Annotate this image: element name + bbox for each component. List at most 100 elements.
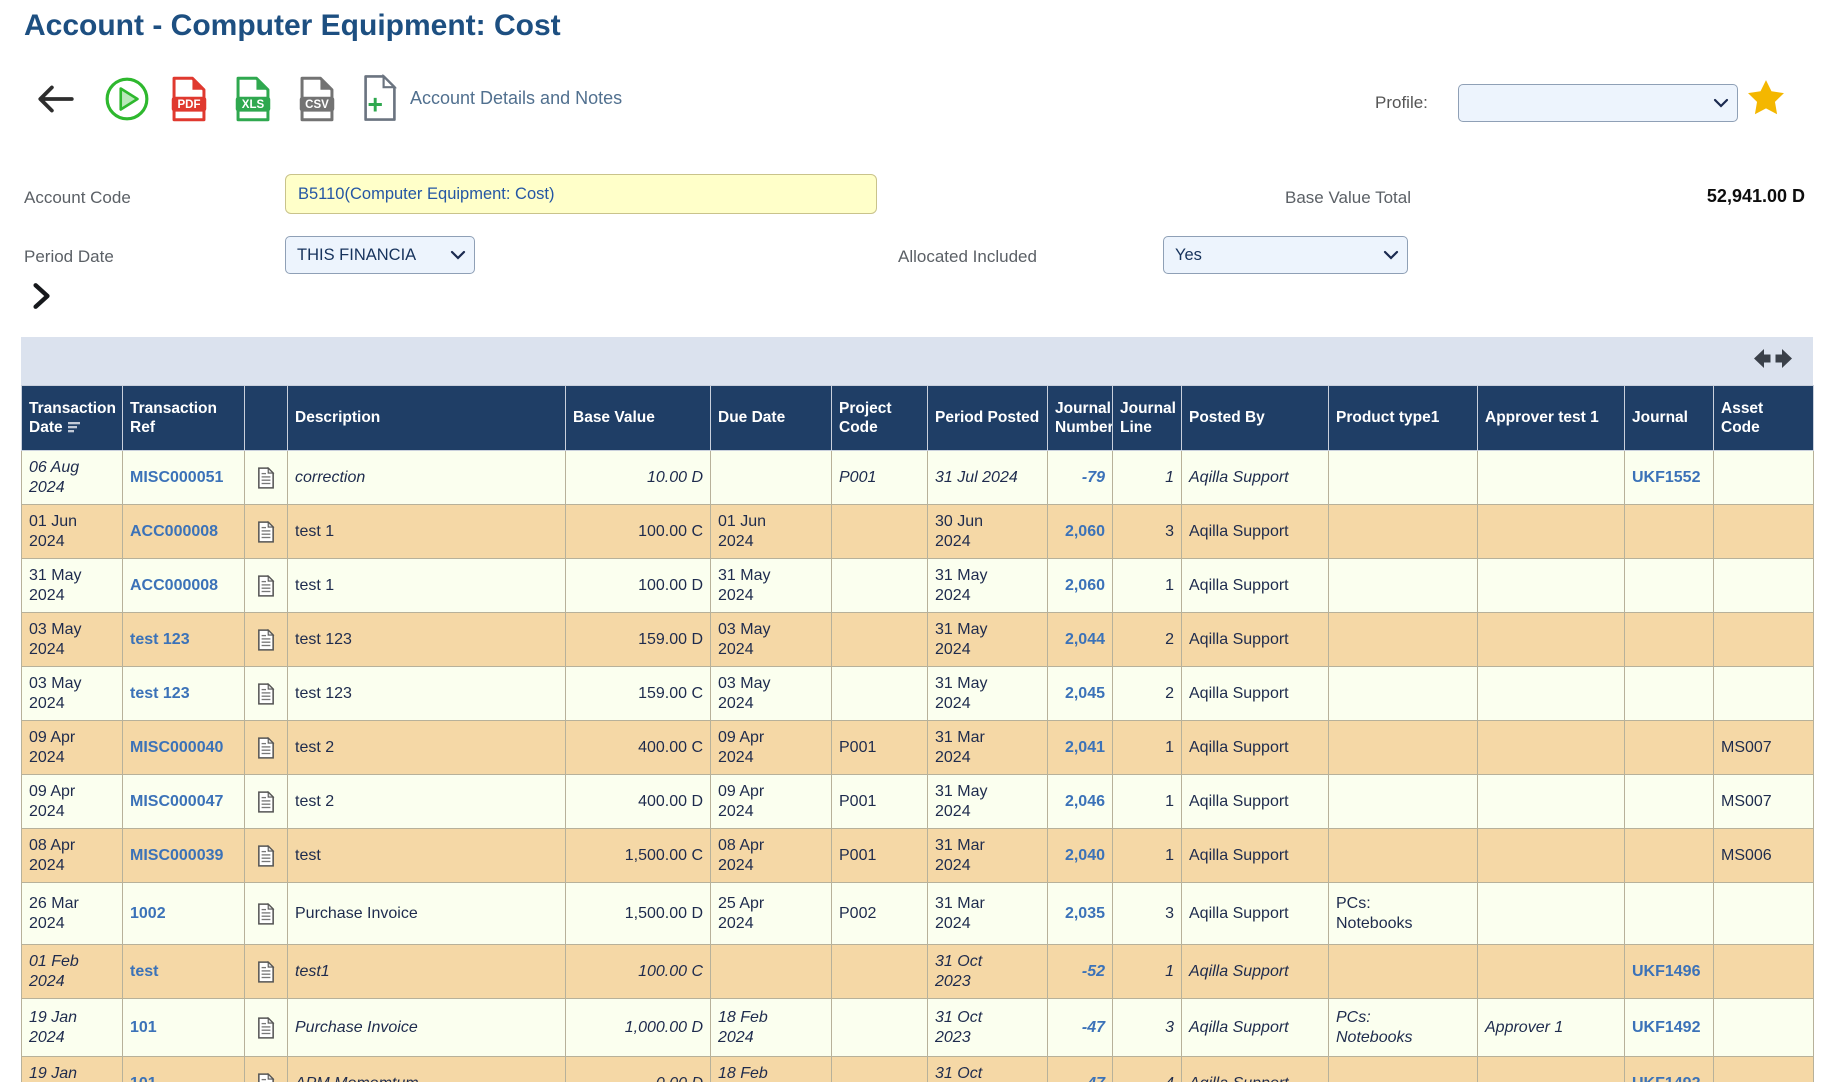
transaction-ref-link[interactable]: 1002 <box>130 905 166 922</box>
attachment-button[interactable] <box>252 961 280 983</box>
attachment-button[interactable] <box>252 1017 280 1039</box>
cell-journal-number: 2,060 <box>1048 559 1113 613</box>
xls-file-icon: XLS <box>234 76 272 122</box>
transaction-date-text: 03 May 2024 <box>29 675 81 712</box>
posted-by-text: Aqilla Support <box>1189 905 1289 922</box>
allocated-included-select[interactable]: Yes <box>1163 236 1408 274</box>
export-csv-button[interactable]: CSV <box>298 76 336 122</box>
column-header-journal-line[interactable]: Journal Line <box>1113 386 1182 451</box>
transaction-ref-link[interactable]: MISC000051 <box>130 469 223 486</box>
journal-number-link[interactable]: -52 <box>1082 963 1105 980</box>
journal-number-link[interactable]: 2,060 <box>1065 577 1105 594</box>
transaction-ref-link[interactable]: test <box>130 963 158 980</box>
pdf-file-icon: PDF <box>170 76 208 122</box>
journal-link[interactable]: UKF1552 <box>1632 469 1700 486</box>
journal-number-link[interactable]: -79 <box>1082 469 1105 486</box>
attachment-document-icon <box>257 845 275 867</box>
column-header-transaction-ref[interactable]: Transaction Ref <box>123 386 245 451</box>
cell-journal: UKF1492 <box>1625 1057 1714 1082</box>
profile-select[interactable] <box>1458 84 1738 122</box>
column-header-approver-test-1[interactable]: Approver test 1 <box>1478 386 1625 451</box>
cell-asset-code: MS007 <box>1714 721 1814 775</box>
journal-link[interactable]: UKF1492 <box>1632 1075 1700 1082</box>
column-header-project-code[interactable]: Project Code <box>832 386 928 451</box>
journal-number-link[interactable]: 2,035 <box>1065 905 1105 922</box>
due-date-text: 31 May 2024 <box>718 567 770 604</box>
journal-number-link[interactable]: 2,044 <box>1065 631 1105 648</box>
column-header-journal[interactable]: Journal <box>1625 386 1714 451</box>
period-date-select[interactable]: THIS FINANCIA <box>285 236 475 274</box>
journal-number-link[interactable]: -47 <box>1082 1019 1105 1036</box>
attachment-button[interactable] <box>252 521 280 543</box>
description-text: test 1 <box>295 523 334 540</box>
transaction-ref-link[interactable]: MISC000047 <box>130 793 223 810</box>
column-header-attachment[interactable] <box>245 386 288 451</box>
cell-description: test 123 <box>288 667 566 721</box>
favorite-button[interactable] <box>1747 79 1785 115</box>
column-header-period-posted[interactable]: Period Posted <box>928 386 1048 451</box>
attachment-button[interactable] <box>252 903 280 925</box>
cell-description: test 2 <box>288 775 566 829</box>
transaction-ref-link[interactable]: ACC000008 <box>130 523 218 540</box>
journal-number-link[interactable]: 2,040 <box>1065 847 1105 864</box>
cell-product-type1 <box>1329 505 1478 559</box>
journal-number-link[interactable]: 2,041 <box>1065 739 1105 756</box>
attachment-button[interactable] <box>252 1073 280 1082</box>
transaction-ref-link[interactable]: MISC000039 <box>130 847 223 864</box>
posted-by-text: Aqilla Support <box>1189 1075 1289 1082</box>
posted-by-text: Aqilla Support <box>1189 847 1289 864</box>
attachment-button[interactable] <box>252 683 280 705</box>
cell-transaction-ref: MISC000039 <box>123 829 245 883</box>
transactions-table: Transaction DateTransaction Ref Descripti… <box>21 385 1814 1082</box>
attachment-button[interactable] <box>252 575 280 597</box>
journal-link[interactable]: UKF1496 <box>1632 963 1700 980</box>
attachment-button[interactable] <box>252 467 280 489</box>
attachment-button[interactable] <box>252 629 280 651</box>
transaction-ref-link[interactable]: test 123 <box>130 685 190 702</box>
cell-journal-line: 2 <box>1113 613 1182 667</box>
journal-number-link[interactable]: 2,060 <box>1065 523 1105 540</box>
attachment-document-icon <box>257 467 275 489</box>
column-header-posted-by[interactable]: Posted By <box>1182 386 1329 451</box>
cell-description: APM Momemtum <box>288 1057 566 1082</box>
transaction-ref-link[interactable]: 101 <box>130 1019 157 1036</box>
column-header-description[interactable]: Description <box>288 386 566 451</box>
run-play-icon <box>104 76 150 122</box>
run-button[interactable] <box>104 76 150 122</box>
account-code-input[interactable] <box>285 174 877 214</box>
cell-transaction-ref: 1002 <box>123 883 245 945</box>
journal-number-link[interactable]: 2,046 <box>1065 793 1105 810</box>
asset-code-text: MS007 <box>1721 793 1772 810</box>
cell-journal <box>1625 505 1714 559</box>
back-button[interactable] <box>34 82 76 116</box>
attachment-button[interactable] <box>252 845 280 867</box>
cell-transaction-date: 19 Jan 2024 <box>22 1057 123 1082</box>
transaction-ref-link[interactable]: MISC000040 <box>130 739 223 756</box>
column-header-product-type1[interactable]: Product type1 <box>1329 386 1478 451</box>
column-header-base-value[interactable]: Base Value <box>566 386 711 451</box>
column-header-asset-code[interactable]: Asset Code <box>1714 386 1814 451</box>
due-date-text: 25 Apr 2024 <box>718 895 764 932</box>
journal-number-link[interactable]: -47 <box>1082 1075 1105 1082</box>
account-details-notes-button[interactable]: + Account Details and Notes <box>362 74 622 122</box>
transaction-ref-link[interactable]: 101 <box>130 1075 157 1082</box>
period-posted-text: 31 Mar 2024 <box>935 729 985 766</box>
column-header-journal-number[interactable]: Journal Number <box>1048 386 1113 451</box>
journal-link[interactable]: UKF1492 <box>1632 1019 1700 1036</box>
journal-number-link[interactable]: 2,045 <box>1065 685 1105 702</box>
attachment-button[interactable] <box>252 737 280 759</box>
cell-asset-code <box>1714 945 1814 999</box>
column-header-transaction-date[interactable]: Transaction Date <box>22 386 123 451</box>
export-xls-button[interactable]: XLS <box>234 76 272 122</box>
expand-filters-button[interactable] <box>30 282 52 310</box>
cell-posted-by: Aqilla Support <box>1182 721 1329 775</box>
attachment-button[interactable] <box>252 791 280 813</box>
resize-columns-button[interactable] <box>1753 346 1793 377</box>
table-row: 01 Feb 2024testtest1100.00 C31 Oct 2023-… <box>22 945 1814 999</box>
transaction-date-text: 01 Jun 2024 <box>29 513 77 550</box>
column-header-due-date[interactable]: Due Date <box>711 386 832 451</box>
transaction-ref-link[interactable]: test 123 <box>130 631 190 648</box>
cell-base-value: 1,500.00 C <box>566 829 711 883</box>
export-pdf-button[interactable]: PDF <box>170 76 208 122</box>
transaction-ref-link[interactable]: ACC000008 <box>130 577 218 594</box>
